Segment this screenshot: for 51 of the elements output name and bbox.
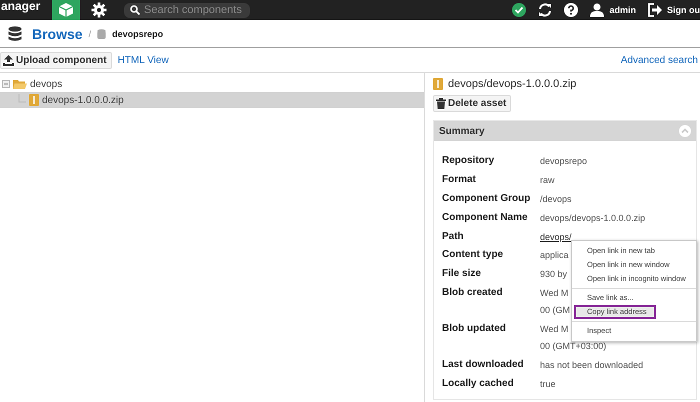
settings-icon[interactable] xyxy=(91,2,107,18)
upload-component-button[interactable]: Upload component xyxy=(0,52,112,68)
field-label: Component Group xyxy=(442,193,532,206)
field-label: File size xyxy=(442,268,482,281)
browse-tab[interactable] xyxy=(52,0,80,20)
field-value: Wed M xyxy=(540,323,568,336)
page-title: Browse xyxy=(32,26,83,42)
delete-asset-button[interactable]: Delete asset xyxy=(433,95,512,112)
field-label: Blob updated xyxy=(442,323,507,336)
collapse-icon[interactable] xyxy=(2,80,10,88)
database-icon[interactable] xyxy=(8,26,22,42)
field-label: Component Name xyxy=(442,212,529,225)
field-value: 930 by xyxy=(540,268,568,281)
field-label: Blob created xyxy=(442,287,504,300)
html-view-link[interactable]: HTML View xyxy=(118,54,169,66)
trash-icon[interactable] xyxy=(436,98,446,109)
breadcrumb-item[interactable]: devopsrepo xyxy=(112,29,164,39)
sign-out-button[interactable]: Sign ou xyxy=(648,3,700,17)
cube-icon[interactable] xyxy=(58,2,74,18)
breadcrumb-separator: / xyxy=(88,29,92,39)
field-value: raw xyxy=(540,174,555,187)
asset-title: devops/devops-1.0.0.0.zip xyxy=(448,78,576,90)
check-circle-icon[interactable] xyxy=(512,3,526,17)
upload-icon[interactable] xyxy=(3,54,14,66)
field-value: 00 (GM xyxy=(540,304,570,317)
path-link[interactable]: devops/ xyxy=(540,231,572,243)
tree-item[interactable]: devops xyxy=(0,76,424,92)
field-label: Last downloaded xyxy=(442,359,525,372)
app-title: anager xyxy=(0,0,42,13)
advanced-search-link[interactable]: Advanced search xyxy=(620,54,698,66)
field-value: true xyxy=(540,378,556,391)
user-icon[interactable] xyxy=(590,3,604,17)
field-value: has not been downloaded xyxy=(540,359,644,372)
panel-header[interactable]: Summary xyxy=(434,121,696,141)
refresh-icon[interactable] xyxy=(538,3,552,17)
search-field[interactable]: Search components xyxy=(124,2,250,18)
field-label: Path xyxy=(442,231,465,243)
field-label: Content type xyxy=(442,249,504,262)
field-value: applica xyxy=(540,249,569,262)
field-value: /devops xyxy=(540,193,572,206)
field-label: Repository xyxy=(442,155,496,168)
help-icon[interactable] xyxy=(564,3,578,17)
field-value: Wed M xyxy=(540,287,568,300)
sign-out-icon[interactable] xyxy=(648,3,662,17)
search-icon[interactable] xyxy=(130,5,140,15)
field-value: 00 (GMT+03:00) xyxy=(540,340,606,353)
field-value: devops/devops-1.0.0.0.zip xyxy=(540,212,646,225)
field-label: Locally cached xyxy=(442,378,515,391)
field-value: devopsrepo xyxy=(540,155,588,168)
field-label: Format xyxy=(442,174,477,187)
user-menu[interactable]: admin xyxy=(590,3,636,17)
